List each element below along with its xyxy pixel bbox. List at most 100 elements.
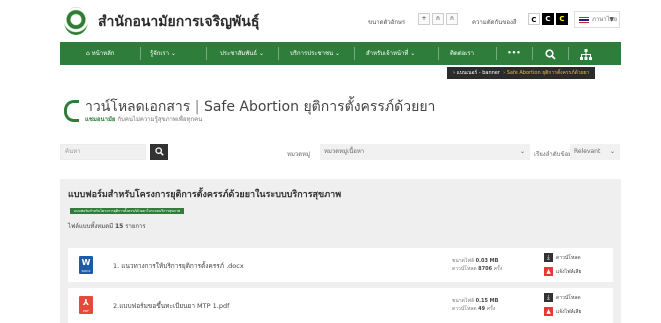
site-header: สำนักอนามัยการเจริญพันธุ์ ขนาดตัวอักษร +… [0,0,661,42]
file-name[interactable]: 2.แบบฟอร์มขอขึ้นทะเบียนยา MTP 1.pdf [113,301,229,311]
nav-divider [568,47,569,60]
panel-title: แบบฟอร์มสำหรับโครงการยุติการตั้งครรภ์ด้ว… [68,190,342,200]
nav-item-label: หน้าหลัก [91,50,115,57]
nav-item-label: สำหรับเจ้าหน้าที่ [366,50,409,57]
download-icon: ⤓ [544,293,553,302]
sort-select-value: Relevant [574,148,601,155]
file-size: 0.03 MB [475,258,499,264]
download-button-label: ดาวน์โหลด [556,255,581,261]
chevron-down-icon: ⌄ [335,50,341,57]
breadcrumb: › แบนเนอร์ - banner › Safe Abortion ยุติ… [447,67,596,79]
contrast-yellow-button[interactable]: C [556,13,568,25]
download-count: 8706 [478,266,493,272]
report-button-label: แจ้งไฟล์เสีย [556,269,582,275]
page-subtitle: แชมอนามัย กับคนไม่ความรู้สุขภาพเพื่อทุกค… [85,114,202,124]
page-title-separator: | [194,99,200,115]
nav-item-home[interactable]: ⌂ หน้าหลัก [86,42,114,65]
warning-icon: ▲ [544,267,553,276]
download-count-label: ดาวน์โหลด [452,306,477,312]
sort-select[interactable]: Relevant ⌄ [570,144,620,160]
category-tag[interactable]: แบบฟอร์มสำหรับโครงการยุติการตั้งครรภ์ด้ว… [70,208,185,214]
site-title[interactable]: สำนักอนามัยการเจริญพันธุ์ [98,11,259,33]
download-button-label: ดาวน์โหลด [556,295,581,301]
nav-divider [438,47,439,60]
file-name[interactable]: 1. แนวทางการให้บริการยุติการตั้งครรภ์ .d… [113,261,244,271]
document-panel: แบบฟอร์มสำหรับโครงการยุติการตั้งครรภ์ด้ว… [60,179,621,323]
download-button[interactable]: ⤓ ดาวน์โหลด [544,253,581,263]
nav-divider [278,47,279,60]
category-label: หมวดหมู่ [287,151,311,158]
file-meta: ขนาดไฟล์ 0.15 MB ดาวน์โหลด 49 ครั้ง [452,297,498,313]
file-meta: ขนาดไฟล์ 0.03 MB ดาวน์โหลด 8706 ครั้ง [452,257,502,273]
file-count: ไฟล์แบบทั้งหมดมี 15 รายการ [68,221,146,231]
search-button[interactable] [150,144,168,160]
nav-item-label: ติดต่อเรา [450,50,474,57]
nav-divider [532,47,533,60]
contrast-dark-button[interactable]: C [542,13,554,25]
breadcrumb-separator: › [453,70,455,76]
chevron-down-icon: ⌄ [410,50,416,57]
font-size-normal-button[interactable]: ก [432,13,444,25]
search-icon[interactable] [536,42,564,65]
home-icon: ⌂ [86,50,90,57]
file-count-suffix: รายการ [125,223,146,230]
category-select-value: หมวดหมู่เนื้อหา [324,148,365,155]
file-row: ⅄ PDF 2.แบบฟอร์มขอขึ้นทะเบียนยา MTP 1.pdf… [68,288,613,323]
search-input[interactable]: ค้นหา [60,144,146,160]
file-size-label: ขนาดไฟล์ [452,298,475,304]
nav-item-label: บริการประชาชน [290,50,334,57]
file-size: 0.15 MB [475,298,499,304]
download-count-unit: ครั้ง [486,306,496,312]
thai-flag-icon [579,16,589,23]
contrast-normal-button[interactable]: C [528,13,540,25]
main-nav: ⌂ หน้าหลัก รู้จักเรา ⌄ ประชาสัมพันธ์ ⌄ บ… [60,42,621,65]
nav-divider [140,47,141,60]
nav-divider [354,47,355,60]
file-count-value: 15 [115,223,124,230]
contrast-label: ความตัดกันของสี [472,19,517,26]
download-count-label: ดาวน์โหลด [452,266,477,272]
font-size-increase-button[interactable]: + [418,13,430,25]
file-count-prefix: ไฟล์แบบทั้งหมดมี [68,223,114,230]
download-count: 49 [478,306,486,312]
language-select[interactable]: ภาษาไทย ▼ [574,11,620,28]
more-menu-button[interactable]: ••• [500,42,528,65]
report-button-label: แจ้งไฟล์เสีย [556,309,582,315]
nav-item-staff[interactable]: สำหรับเจ้าหน้าที่ ⌄ [366,42,415,65]
nav-item-label: ประชาสัมพันธ์ [220,50,258,57]
report-broken-file-button[interactable]: ▲ แจ้งไฟล์เสีย [544,267,581,277]
page-subtitle-text: กับคนไม่ความรู้สุขภาพเพื่อทุกคน [117,116,203,123]
download-button[interactable]: ⤓ ดาวน์โหลด [544,293,581,303]
nav-item-contact[interactable]: ติดต่อเรา [450,42,474,65]
breadcrumb-parent[interactable]: แบนเนอร์ - banner [457,70,500,76]
chevron-down-icon: ⌄ [519,148,525,155]
pdf-file-icon: ⅄ PDF [79,296,93,314]
chevron-down-icon: ⌄ [609,148,615,155]
file-row: W DOCX 1. แนวทางการให้บริการยุติการตั้งคร… [68,248,613,282]
page-subtitle-brand: แชมอนามัย [85,116,116,123]
heading-decoration-icon [64,100,79,122]
chevron-down-icon: ▼ [609,16,614,23]
nav-item-about[interactable]: รู้จักเรา ⌄ [150,42,176,65]
ministry-logo[interactable] [64,7,88,35]
sitemap-icon[interactable] [572,42,600,65]
report-broken-file-button[interactable]: ▲ แจ้งไฟล์เสีย [544,307,581,317]
page-title-text: าวน์โหลดเอกสาร [85,99,191,115]
font-size-large-button[interactable]: ก [446,13,458,25]
nav-item-label: รู้จักเรา [150,50,170,57]
word-file-icon: W DOCX [79,256,93,274]
breadcrumb-current: Safe Abortion ยุติการตั้งครรภ์ด้วยยา [506,70,590,76]
search-icon [154,147,164,156]
nav-item-public-service[interactable]: บริการประชาชน ⌄ [290,42,340,65]
file-size-label: ขนาดไฟล์ [452,258,475,264]
category-select[interactable]: หมวดหมู่เนื้อหา ⌄ [320,144,530,160]
download-icon: ⤓ [544,253,553,262]
nav-divider [496,47,497,60]
warning-icon: ▲ [544,307,553,316]
font-size-label: ขนาดตัวอักษร [368,19,406,26]
download-count-unit: ครั้ง [493,266,503,272]
page-title-topic: Safe Abortion ยุติการตั้งครรภ์ด้วยยา [203,99,436,115]
breadcrumb-separator: › [503,70,506,76]
nav-item-pr[interactable]: ประชาสัมพันธ์ ⌄ [220,42,264,65]
chevron-down-icon: ⌄ [258,50,264,57]
